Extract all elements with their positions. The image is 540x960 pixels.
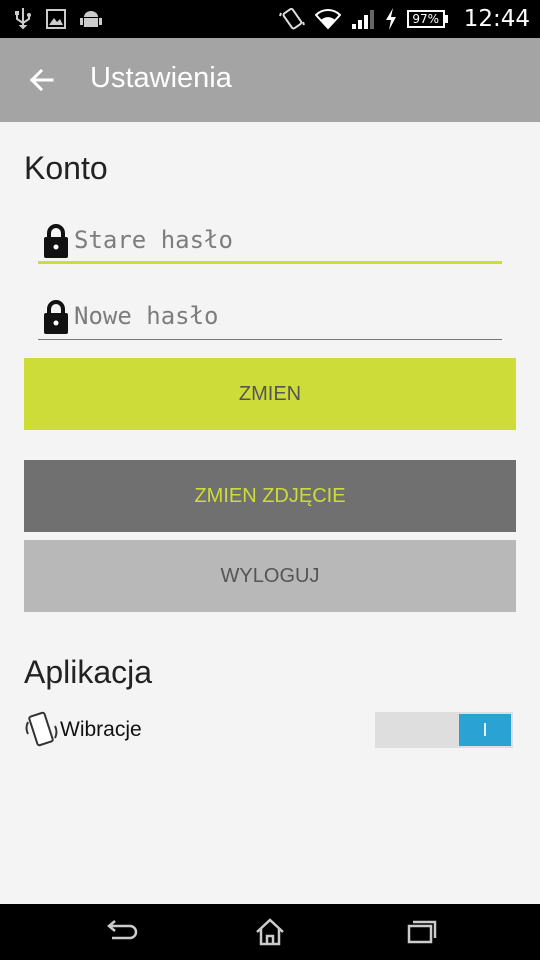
- android-icon: [80, 11, 102, 27]
- vibrate-icon: [278, 7, 305, 30]
- logout-button[interactable]: WYLOGUJ: [24, 540, 516, 612]
- charging-icon: [385, 8, 396, 30]
- new-password-underline: [38, 339, 502, 340]
- change-password-button[interactable]: ZMIEN: [24, 358, 516, 430]
- vibration-toggle-thumb: I: [459, 714, 511, 746]
- image-icon: [46, 9, 66, 29]
- navigation-bar: [0, 904, 540, 960]
- battery-level: 97%: [406, 10, 445, 28]
- arrow-left-icon[interactable]: [26, 64, 58, 96]
- status-time: 12:44: [463, 6, 530, 32]
- wifi-icon: [314, 9, 341, 30]
- change-photo-button[interactable]: ZMIEN ZDJĘCIE: [24, 460, 516, 532]
- old-password-input[interactable]: [74, 222, 494, 258]
- vibrate-phone-icon: [25, 711, 58, 747]
- new-password-input[interactable]: [74, 298, 494, 334]
- vibration-label: Wibracje: [60, 718, 142, 741]
- home-nav-icon[interactable]: [250, 916, 290, 948]
- status-bar: 97% 12:44: [0, 0, 540, 38]
- old-password-field: [38, 218, 502, 264]
- lock-icon: [44, 224, 68, 258]
- status-left-icons: [14, 8, 102, 30]
- signal-icon: [351, 10, 374, 29]
- app-bar: Ustawienia: [0, 38, 540, 122]
- new-password-field: [38, 294, 502, 340]
- battery-icon: 97%: [406, 10, 448, 28]
- back-nav-icon[interactable]: [102, 916, 142, 948]
- status-right-icons: 97% 12:44: [278, 0, 530, 38]
- old-password-underline: [38, 261, 502, 264]
- application-section-title: Aplikacja: [24, 654, 153, 690]
- vibration-toggle[interactable]: I: [375, 712, 513, 748]
- recent-apps-nav-icon[interactable]: [400, 916, 440, 948]
- usb-icon: [15, 8, 31, 30]
- page-title: Ustawienia: [90, 62, 232, 94]
- lock-icon: [44, 300, 68, 334]
- account-section-title: Konto: [24, 150, 108, 186]
